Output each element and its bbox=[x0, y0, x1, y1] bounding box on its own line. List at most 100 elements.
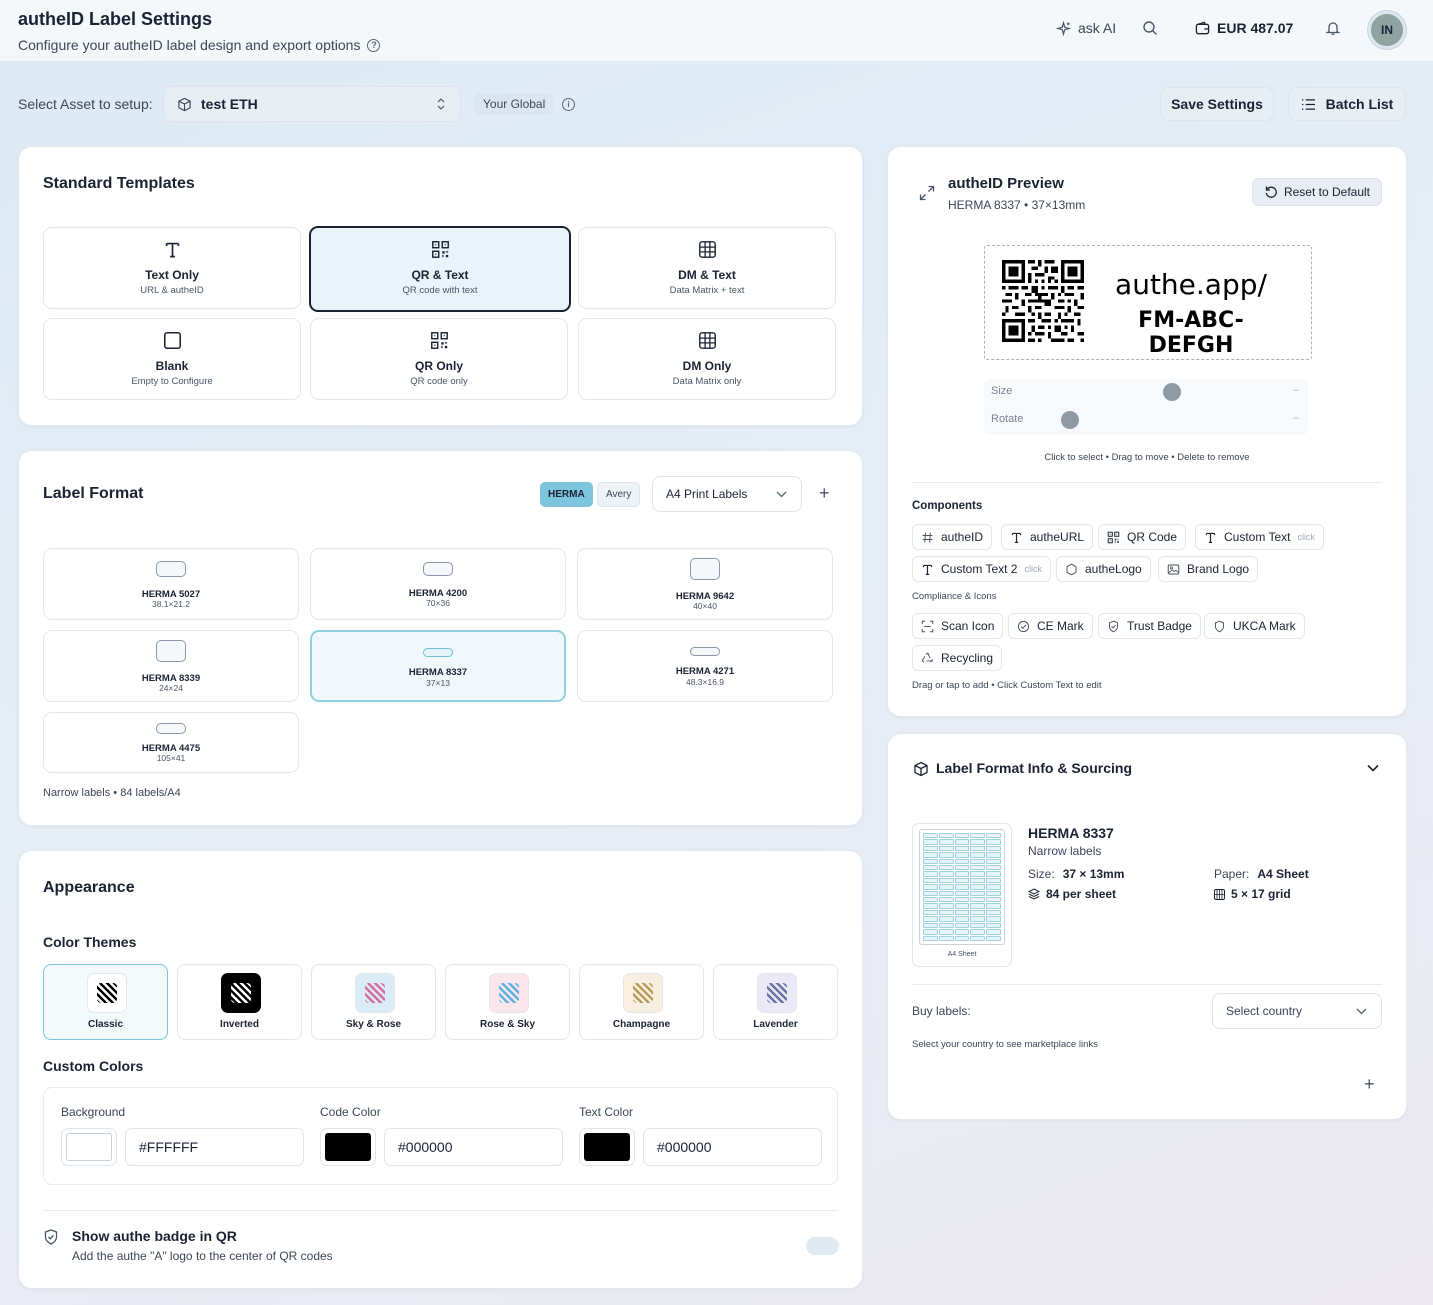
rotate-label: Rotate bbox=[991, 413, 1024, 425]
theme-classic[interactable]: Classic bbox=[43, 964, 168, 1040]
sourcing-title: Label Format Info & Sourcing bbox=[936, 760, 1133, 776]
batch-list-button[interactable]: Batch List bbox=[1288, 87, 1406, 121]
help-icon[interactable]: ? bbox=[367, 38, 381, 52]
component-custom-text[interactable]: Custom Text click bbox=[1195, 524, 1324, 550]
asset-select-label: Select Asset to setup: bbox=[18, 96, 153, 112]
text-color-input[interactable]: #000000 bbox=[643, 1128, 822, 1166]
template-blank[interactable]: Blank Empty to Configure bbox=[43, 318, 301, 400]
theme-swatch bbox=[623, 973, 663, 1013]
label-format-herma-5027[interactable]: HERMA 5027 38.1×21.2 bbox=[43, 548, 299, 620]
info-icon[interactable]: i bbox=[562, 98, 575, 111]
sheet-cell bbox=[938, 935, 954, 941]
theme-sky-rose[interactable]: Sky & Rose bbox=[311, 964, 436, 1040]
text-color-swatch[interactable] bbox=[579, 1128, 635, 1166]
notifications-button[interactable] bbox=[1325, 20, 1341, 36]
label-format-herma-4475[interactable]: HERMA 4475 105×41 bbox=[43, 712, 299, 773]
rotate-slider-thumb[interactable] bbox=[1061, 411, 1079, 429]
theme-champagne[interactable]: Champagne bbox=[579, 964, 704, 1040]
expand-plus-button[interactable]: + bbox=[1364, 1074, 1375, 1095]
component-autheid[interactable]: autheID bbox=[912, 524, 993, 550]
label-url-line2[interactable]: FM-ABC-DEFGH bbox=[1099, 308, 1283, 358]
sheet-cell bbox=[938, 897, 954, 903]
theme-label: Classic bbox=[87, 1019, 124, 1030]
chevron-down-icon[interactable] bbox=[1367, 764, 1379, 772]
country-select[interactable]: Select country bbox=[1212, 993, 1382, 1029]
sheet-cell bbox=[938, 877, 954, 884]
theme-label: Champagne bbox=[612, 1019, 671, 1030]
color-themes-title: Color Themes bbox=[43, 934, 137, 950]
template-text-only[interactable]: Text Only URL & autheID bbox=[43, 227, 301, 309]
component-autheurl[interactable]: autheURL bbox=[1001, 524, 1094, 550]
sheet-cell bbox=[938, 909, 954, 916]
rotate-value: – bbox=[1293, 412, 1300, 424]
avatar[interactable]: IN bbox=[1368, 11, 1406, 49]
custom-colors-panel: Background #FFFFFF Code Color #000000 Te… bbox=[43, 1087, 838, 1185]
label-url-line1[interactable]: authe.app/ bbox=[1099, 268, 1283, 301]
sheet-cell bbox=[923, 871, 938, 877]
custom-colors-title: Custom Colors bbox=[43, 1058, 144, 1074]
save-settings-button[interactable]: Save Settings bbox=[1160, 87, 1274, 121]
component-custom-text-2[interactable]: Custom Text 2 click bbox=[912, 556, 1051, 582]
label-canvas[interactable]: authe.app/ FM-ABC-DEFGH bbox=[984, 245, 1312, 360]
qr-code-element[interactable] bbox=[1002, 260, 1084, 342]
sheet-cell bbox=[938, 865, 954, 871]
component-qr-code[interactable]: QR Code bbox=[1098, 524, 1187, 550]
compliance-ukca-mark[interactable]: UKCA Mark bbox=[1204, 613, 1305, 639]
template-desc: URL & autheID bbox=[140, 285, 204, 296]
label-format-herma-8337[interactable]: HERMA 8337 37×13 bbox=[310, 630, 566, 702]
label-format-size: 48.3×16.9 bbox=[685, 677, 725, 687]
template-desc: Data Matrix + text bbox=[669, 285, 745, 296]
sheet-cell bbox=[938, 922, 954, 929]
template-dm-only[interactable]: DM Only Data Matrix only bbox=[578, 318, 836, 400]
paper-val: A4 Sheet bbox=[1257, 867, 1309, 881]
code-color-input[interactable]: #000000 bbox=[384, 1128, 563, 1166]
label-shape-icon bbox=[423, 648, 453, 657]
theme-label: Inverted bbox=[220, 1019, 259, 1030]
brand-tab-avery[interactable]: Avery bbox=[597, 482, 641, 507]
grid-icon bbox=[698, 241, 716, 258]
sheet-cell bbox=[954, 922, 970, 929]
code-color-swatch[interactable] bbox=[320, 1128, 376, 1166]
size-slider-thumb[interactable] bbox=[1163, 383, 1181, 401]
label-format-herma-4200[interactable]: HERMA 4200 70×36 bbox=[310, 548, 566, 620]
theme-lavender[interactable]: Lavender bbox=[713, 964, 838, 1040]
sheet-cell bbox=[970, 935, 986, 941]
compliance-trust-badge[interactable]: Trust Badge bbox=[1098, 613, 1201, 639]
compliance-scan-icon[interactable]: Scan Icon bbox=[912, 613, 1004, 639]
search-button[interactable] bbox=[1142, 20, 1158, 36]
sheet-cell bbox=[970, 922, 986, 929]
scan-icon bbox=[921, 620, 934, 632]
sheet-cell bbox=[954, 858, 970, 865]
template-qr-only[interactable]: QR Only QR code only bbox=[310, 318, 568, 400]
sheet-cell bbox=[923, 909, 938, 916]
label-format-herma-4271[interactable]: HERMA 4271 48.3×16.9 bbox=[577, 630, 833, 702]
reset-default-button[interactable]: Reset to Default bbox=[1252, 178, 1382, 206]
ask-ai-button[interactable]: ask AI bbox=[1056, 20, 1116, 36]
buy-labels-label: Buy labels: bbox=[912, 1004, 971, 1018]
shield-icon bbox=[1214, 620, 1225, 632]
reset-default-label: Reset to Default bbox=[1283, 185, 1371, 199]
compliance-ce-mark[interactable]: CE Mark bbox=[1008, 613, 1093, 639]
compliance-recycling[interactable]: Recycling bbox=[912, 645, 1003, 671]
theme-rose-sky[interactable]: Rose & Sky bbox=[445, 964, 570, 1040]
component-authelogo[interactable]: autheLogo bbox=[1056, 556, 1151, 582]
asset-select[interactable]: test ETH bbox=[163, 86, 461, 122]
theme-inverted[interactable]: Inverted bbox=[177, 964, 302, 1040]
page-subtitle: Configure your autheID label design and … bbox=[18, 37, 381, 53]
template-dm-text[interactable]: DM & Text Data Matrix + text bbox=[578, 227, 836, 309]
label-format-herma-8339[interactable]: HERMA 8339 24×24 bbox=[43, 630, 299, 702]
sheet-cell bbox=[938, 884, 954, 890]
background-color-input[interactable]: #FFFFFF bbox=[125, 1128, 304, 1166]
sheet-cell bbox=[986, 909, 1001, 916]
add-format-button[interactable]: + bbox=[819, 484, 830, 502]
background-color-swatch[interactable] bbox=[61, 1128, 117, 1166]
sheet-type-select[interactable]: A4 Print Labels bbox=[652, 476, 802, 512]
badge-toggle-switch[interactable] bbox=[806, 1237, 839, 1255]
sheet-cell bbox=[970, 871, 986, 877]
wallet-balance[interactable]: EUR 487.07 bbox=[1195, 20, 1293, 36]
component-brand-logo[interactable]: Brand Logo bbox=[1158, 556, 1259, 582]
label-format-herma-9642[interactable]: HERMA 9642 40×40 bbox=[577, 548, 833, 620]
brand-tab-herma[interactable]: HERMA bbox=[540, 482, 593, 507]
expand-icon[interactable] bbox=[919, 185, 935, 201]
template-qr-text[interactable]: QR & Text QR code with text bbox=[309, 226, 571, 312]
